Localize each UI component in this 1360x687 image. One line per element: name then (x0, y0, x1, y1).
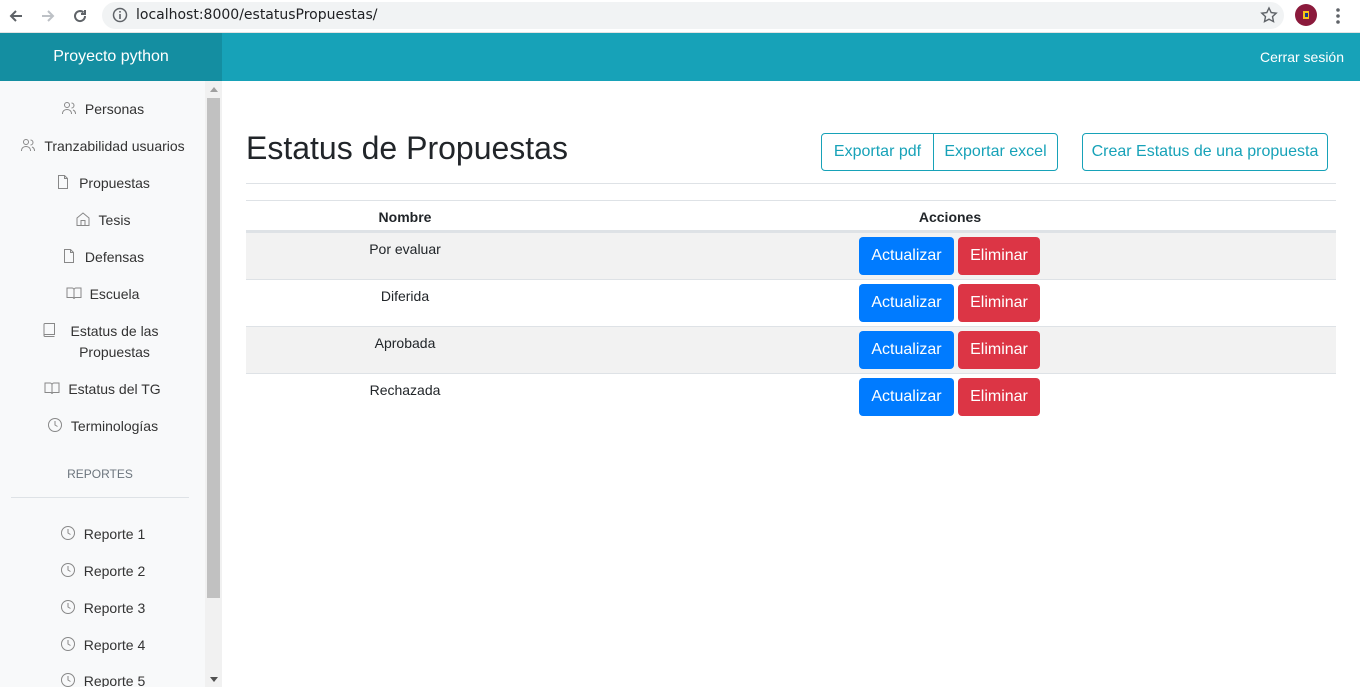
logout-link[interactable]: Cerrar sesión (1260, 49, 1344, 65)
table-row: Aprobada Actualizar Eliminar (246, 326, 1336, 373)
forward-button[interactable] (36, 4, 60, 28)
status-name: Por evaluar (369, 241, 441, 257)
address-bar[interactable]: localhost:8000/estatusPropuestas/ (102, 2, 1284, 29)
file-icon (58, 175, 69, 189)
sidebar-scrollbar[interactable] (205, 81, 222, 687)
status-name: Rechazada (369, 382, 441, 398)
browser-menu-button[interactable] (1330, 6, 1346, 31)
sidebar-item-reporte-5[interactable]: Reporte 5 (0, 671, 205, 687)
export-pdf-button[interactable]: Exportar pdf (821, 133, 934, 171)
profile-avatar[interactable] (1295, 4, 1317, 26)
delete-button[interactable]: Eliminar (958, 237, 1040, 275)
sidebar-item-estatus-propuestas[interactable]: Estatus de las Propuestas (0, 321, 205, 363)
scroll-down-icon[interactable] (210, 677, 218, 682)
reports-heading: REPORTES (67, 467, 133, 481)
clock-icon (60, 637, 75, 651)
status-table: Nombre Acciones Por evaluar Actualizar E… (246, 200, 1336, 420)
sidebar-item-label: Estatus del TG (68, 381, 161, 397)
sidebar-item-propuestas[interactable]: Propuestas (0, 173, 205, 194)
info-icon[interactable] (112, 7, 128, 23)
users-icon (61, 102, 76, 115)
scroll-up-icon[interactable] (210, 87, 218, 92)
sidebar-item-label: Reporte 5 (83, 673, 146, 687)
table-row: Rechazada Actualizar Eliminar (246, 373, 1336, 420)
status-name: Aprobada (374, 335, 436, 351)
sidebar-item-reporte-1[interactable]: Reporte 1 (0, 524, 205, 545)
more-vert-icon (1336, 8, 1340, 24)
book-open-icon (44, 382, 60, 395)
update-button[interactable]: Actualizar (859, 237, 954, 275)
file-icon (63, 249, 74, 263)
sidebar-item-terminologias[interactable]: Terminologías (0, 416, 205, 437)
back-button[interactable] (4, 4, 28, 28)
update-button[interactable]: Actualizar (859, 284, 954, 322)
sidebar-divider (11, 497, 189, 498)
browser-toolbar: localhost:8000/estatusPropuestas/ (0, 0, 1360, 33)
sidebar-item-label: Reporte 4 (83, 637, 146, 653)
book-icon (42, 323, 55, 337)
clock-icon (47, 418, 62, 432)
delete-button[interactable]: Eliminar (958, 331, 1040, 369)
column-header-actions: Acciones (918, 209, 982, 225)
sidebar-item-tranzabilidad[interactable]: Tranzabilidad usuarios (0, 136, 205, 157)
book-open-icon (66, 287, 82, 300)
table-header: Nombre Acciones (246, 201, 1336, 232)
sidebar-item-label: Tranzabilidad usuarios (44, 138, 185, 154)
status-name: Diferida (380, 288, 430, 304)
app-header: Proyecto python Cerrar sesión (0, 33, 1360, 81)
sidebar: Personas Tranzabilidad usuarios Propuest… (0, 81, 222, 687)
sidebar-item-personas[interactable]: Personas (0, 99, 205, 120)
sidebar-item-escuela[interactable]: Escuela (0, 284, 205, 305)
sidebar-item-label: Reporte 2 (83, 563, 146, 579)
table-row: Diferida Actualizar Eliminar (246, 279, 1336, 326)
profile-logo-icon (1303, 11, 1309, 19)
users-icon (21, 139, 36, 152)
update-button[interactable]: Actualizar (859, 378, 954, 416)
sidebar-item-tesis[interactable]: Tesis (0, 210, 205, 231)
sidebar-item-label: Defensas (84, 249, 145, 265)
sidebar-item-estatus-tg[interactable]: Estatus del TG (0, 379, 205, 400)
scroll-thumb[interactable] (207, 98, 220, 598)
star-icon[interactable] (1260, 6, 1278, 24)
sidebar-item-label: Personas (84, 101, 145, 117)
sidebar-item-defensas[interactable]: Defensas (0, 247, 205, 268)
page-title: Estatus de Propuestas (246, 130, 568, 166)
arrow-right-icon (42, 10, 55, 22)
sidebar-item-label: Reporte 3 (83, 600, 146, 616)
arrow-left-icon (9, 10, 22, 22)
sidebar-item-label: Estatus de las Propuestas (70, 323, 159, 360)
export-excel-button[interactable]: Exportar excel (933, 133, 1058, 171)
url-text: localhost:8000/estatusPropuestas/ (136, 7, 378, 23)
sidebar-item-label: Reporte 1 (83, 526, 146, 542)
sidebar-item-label: Escuela (89, 286, 140, 302)
brand-title[interactable]: Proyecto python (0, 33, 222, 81)
clock-icon (60, 526, 75, 540)
sidebar-item-reporte-2[interactable]: Reporte 2 (0, 561, 205, 582)
sidebar-item-label: Tesis (98, 212, 131, 228)
create-status-button[interactable]: Crear Estatus de una propuesta (1082, 133, 1328, 171)
delete-button[interactable]: Eliminar (958, 378, 1040, 416)
table-row: Por evaluar Actualizar Eliminar (246, 232, 1336, 279)
reload-button[interactable] (68, 4, 92, 28)
update-button[interactable]: Actualizar (859, 331, 954, 369)
column-header-name: Nombre (378, 209, 432, 225)
sidebar-item-label: Propuestas (79, 175, 150, 191)
clock-icon (60, 563, 75, 577)
clock-icon (60, 600, 75, 614)
title-divider (246, 183, 1336, 184)
delete-button[interactable]: Eliminar (958, 284, 1040, 322)
home-icon (76, 212, 90, 226)
sidebar-item-reporte-3[interactable]: Reporte 3 (0, 598, 205, 619)
reload-icon (74, 10, 87, 23)
clock-icon (60, 673, 75, 687)
sidebar-item-label: Terminologías (70, 418, 159, 434)
sidebar-item-reporte-4[interactable]: Reporte 4 (0, 635, 205, 656)
